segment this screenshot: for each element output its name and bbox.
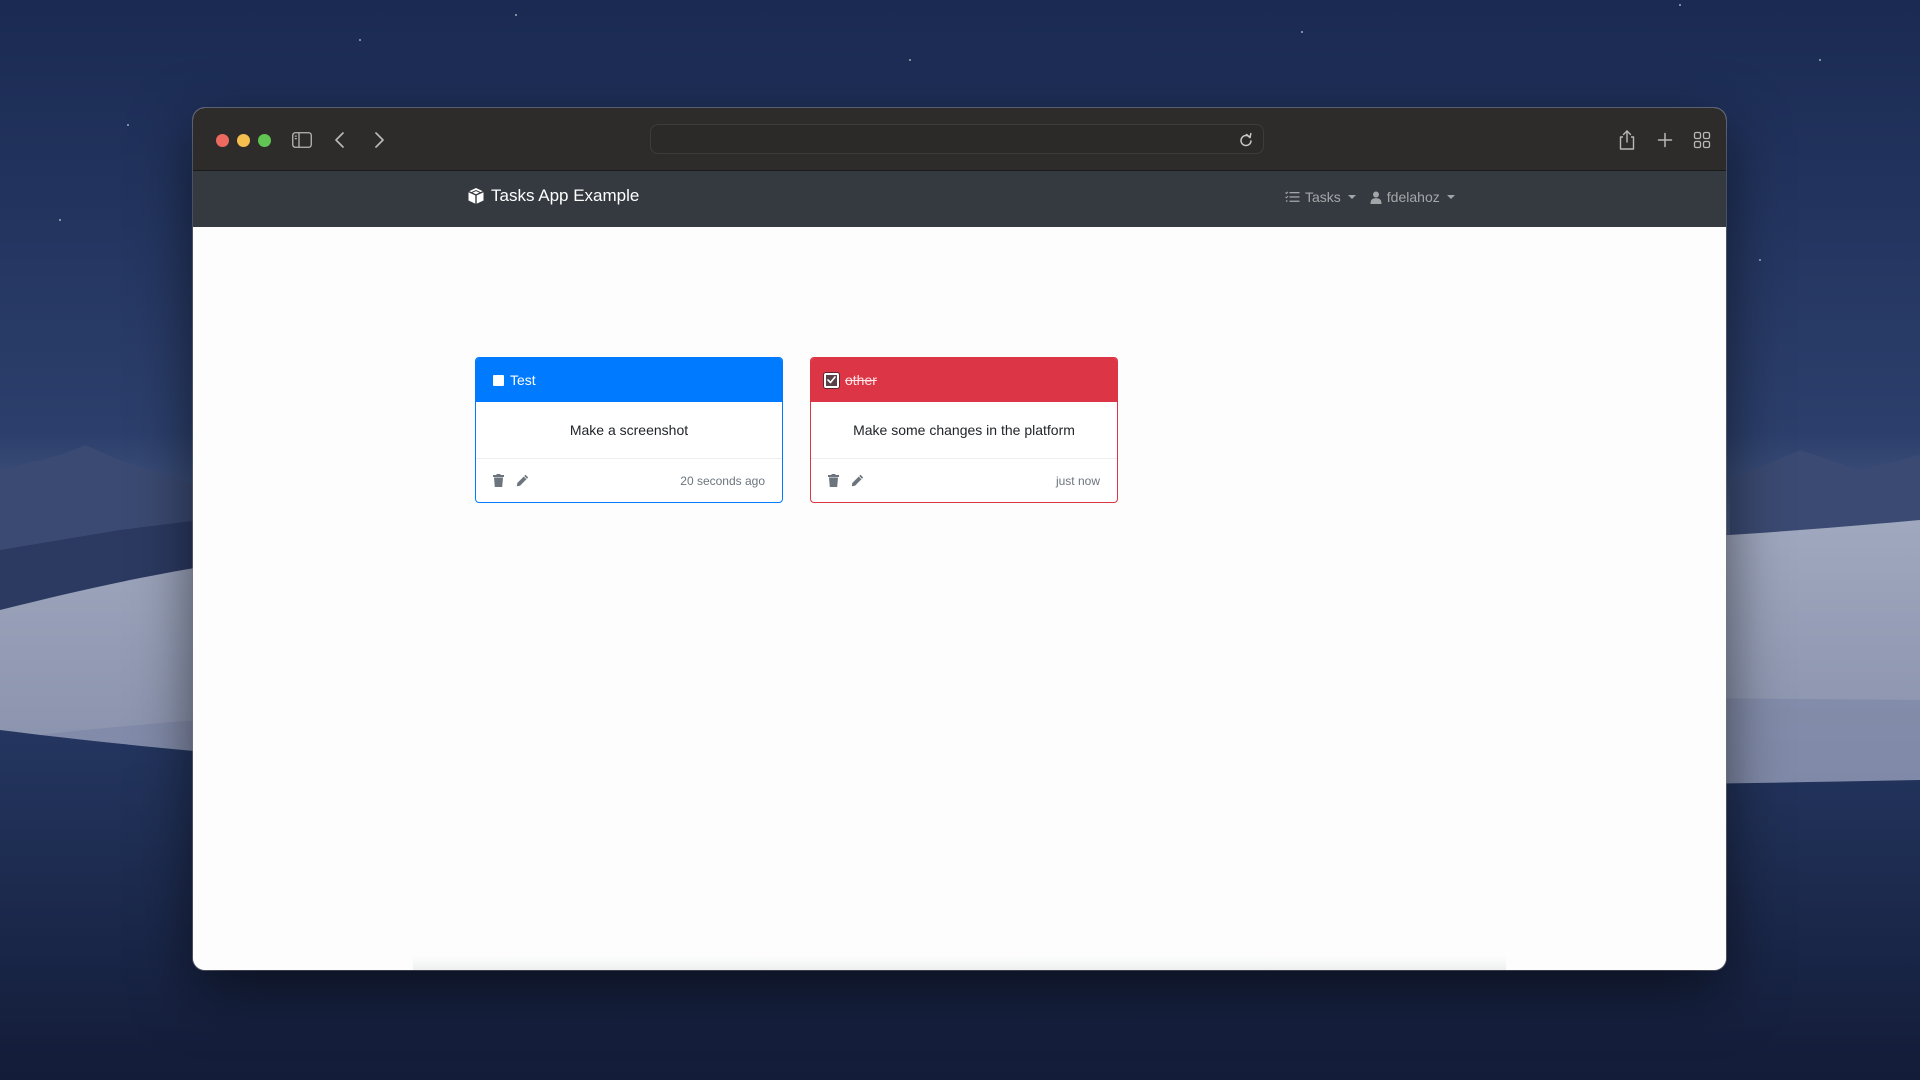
- pencil-icon: [516, 474, 529, 487]
- task-title: Test: [510, 372, 536, 388]
- back-icon: [335, 132, 344, 148]
- forward-icon: [375, 132, 384, 148]
- url-input[interactable]: [651, 125, 1263, 153]
- task-card-header: other: [811, 358, 1117, 402]
- share-button[interactable]: [1615, 128, 1639, 152]
- back-button[interactable]: [328, 128, 352, 152]
- page-content: Test Make a screenshot 20 seconds ago ot…: [193, 227, 1726, 970]
- task-card-footer: 20 seconds ago: [476, 459, 782, 502]
- browser-toolbar: [193, 108, 1726, 171]
- user-dropdown[interactable]: fdelahoz: [1370, 189, 1455, 205]
- task-timestamp: just now: [1055, 473, 1100, 488]
- edit-task-button[interactable]: [851, 474, 864, 487]
- delete-task-button[interactable]: [828, 474, 839, 487]
- user-icon: [1370, 191, 1382, 204]
- tab-overview-icon: [1693, 131, 1711, 149]
- task-card: Test Make a screenshot 20 seconds ago: [475, 357, 783, 503]
- task-card-footer: just now: [811, 459, 1117, 502]
- task-timestamp: 20 seconds ago: [680, 473, 765, 488]
- checkmark-icon: [827, 376, 836, 384]
- reload-icon: [1240, 132, 1252, 147]
- pencil-icon: [851, 474, 864, 487]
- page-bottom-shadow: [413, 956, 1506, 970]
- tasks-menu-label: Tasks: [1305, 189, 1341, 205]
- browser-window: Tasks App Example Tasks fdelahoz Test Ma…: [193, 108, 1726, 970]
- task-card-header: Test: [476, 358, 782, 402]
- new-tab-icon: [1657, 132, 1673, 148]
- task-complete-checkbox[interactable]: [824, 372, 839, 388]
- task-card: other Make some changes in the platform: [810, 357, 1118, 503]
- task-title: other: [845, 372, 877, 388]
- navbar-brand[interactable]: Tasks App Example: [467, 186, 639, 206]
- brand-title: Tasks App Example: [491, 186, 640, 205]
- sidebar-icon: [292, 132, 312, 148]
- edit-task-button[interactable]: [516, 474, 529, 487]
- maximize-window-button[interactable]: [258, 134, 271, 147]
- new-tab-button[interactable]: [1653, 128, 1677, 152]
- share-icon: [1619, 130, 1635, 150]
- chevron-down-icon: [1347, 195, 1356, 199]
- username-label: fdelahoz: [1386, 189, 1440, 205]
- trash-icon: [493, 474, 504, 487]
- minimize-window-button[interactable]: [237, 134, 250, 147]
- task-complete-checkbox[interactable]: [493, 374, 504, 386]
- sidebar-toggle-button[interactable]: [290, 128, 314, 152]
- app-navbar: Tasks App Example Tasks fdelahoz: [193, 171, 1726, 227]
- delete-task-button[interactable]: [493, 474, 504, 487]
- address-bar[interactable]: [650, 124, 1264, 154]
- tasks-dropdown[interactable]: Tasks: [1285, 189, 1356, 205]
- close-window-button[interactable]: [216, 134, 229, 147]
- forward-button[interactable]: [367, 128, 391, 152]
- task-description: Make some changes in the platform: [811, 402, 1117, 459]
- reload-button[interactable]: [1237, 131, 1255, 149]
- chevron-down-icon: [1446, 195, 1455, 199]
- tab-overview-button[interactable]: [1690, 128, 1714, 152]
- cube-icon: [468, 188, 484, 204]
- task-list-icon: [1285, 191, 1300, 202]
- task-description: Make a screenshot: [476, 402, 782, 459]
- trash-icon: [828, 474, 839, 487]
